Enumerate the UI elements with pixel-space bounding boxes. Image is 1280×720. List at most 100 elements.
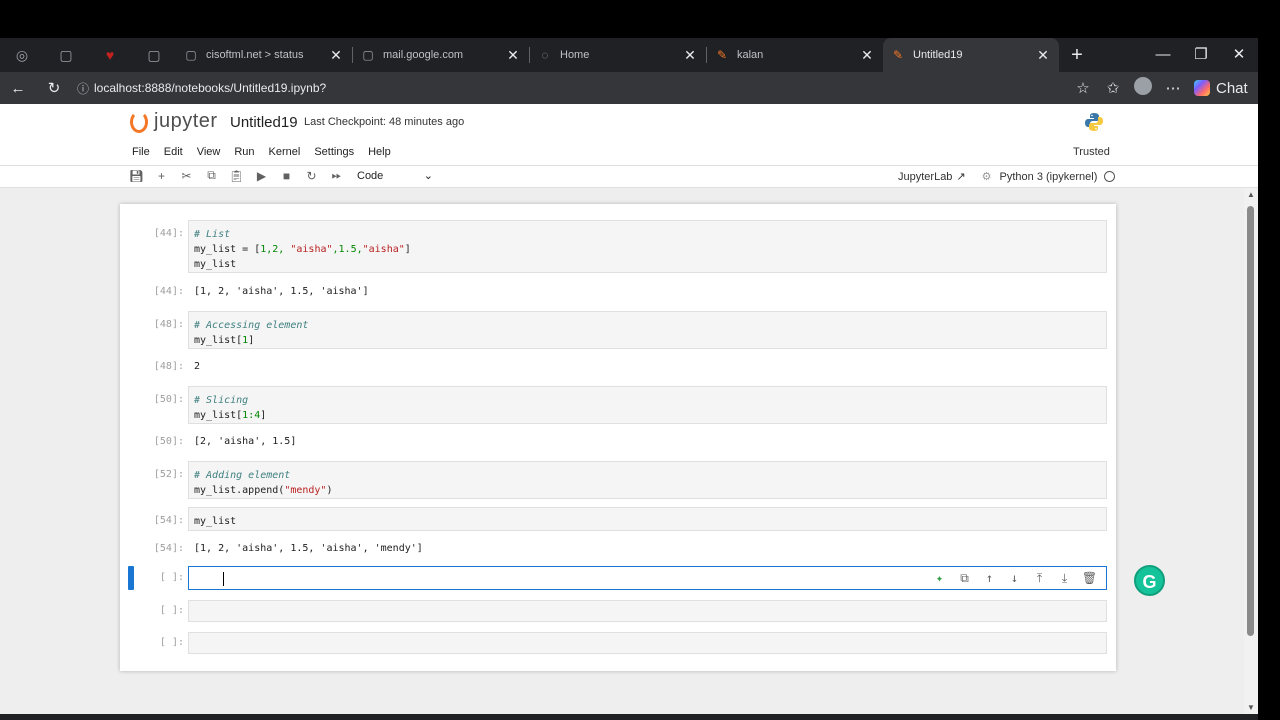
jupyter-logo-icon xyxy=(130,110,148,133)
cell-toolbar: ✦ ⧉ ↑ ↓ ⤒ ⤓ 🗑︎ xyxy=(927,571,1102,586)
globe-icon: ◎ xyxy=(15,46,29,63)
info-icon: ⓘ xyxy=(76,81,89,96)
scrollbar-thumb[interactable] xyxy=(1247,206,1254,636)
jupyter-logo[interactable]: jupyter xyxy=(130,110,218,133)
copy-icon[interactable]: ⧉ xyxy=(199,168,224,183)
fast-forward-icon[interactable]: ⏩︎ xyxy=(324,168,349,183)
tab-cisoftml[interactable]: ▢ cisoftml.net > status ✕ xyxy=(176,38,352,72)
insert-below-icon[interactable]: ⤓ xyxy=(1052,571,1077,586)
window-icon: ▢ xyxy=(147,46,161,63)
restart-icon[interactable]: ↻ xyxy=(299,169,324,183)
favorites-icon[interactable]: ✩ xyxy=(1098,79,1128,97)
menu-run[interactable]: Run xyxy=(234,146,254,158)
shield-icon: ♥ xyxy=(105,47,115,63)
minimize-icon[interactable]: — xyxy=(1144,38,1182,72)
toolbar-right: JupyterLab ↗ ⚙ Python 3 (ipykernel) xyxy=(898,170,1116,183)
move-up-icon[interactable]: ↑ xyxy=(977,571,1002,586)
output-prompt: [44]: xyxy=(153,286,184,297)
tab-stub-2[interactable]: ▢ xyxy=(44,38,88,72)
tab-stub-4[interactable]: ▢ xyxy=(132,38,176,72)
avatar xyxy=(1134,77,1152,95)
code-input[interactable]: # Slicing my_list[1:4] xyxy=(188,386,1107,424)
close-icon[interactable]: ✕ xyxy=(1035,47,1051,64)
grammarly-button[interactable]: G xyxy=(1134,565,1165,596)
output-prompt: [50]: xyxy=(153,436,184,447)
menu-items: File Edit View Run Kernel Settings Help xyxy=(132,146,405,158)
add-cell-icon[interactable]: + xyxy=(149,169,174,183)
menu-kernel[interactable]: Kernel xyxy=(269,146,301,158)
close-icon[interactable]: ✕ xyxy=(328,47,344,64)
code-input[interactable]: # Accessing element my_list[1] xyxy=(188,311,1107,349)
jupyterlab-link[interactable]: JupyterLab xyxy=(898,171,952,183)
more-menu-icon[interactable]: ⋯ xyxy=(1158,79,1188,97)
input-prompt: [48]: xyxy=(153,319,184,330)
paste-icon[interactable]: 📋︎ xyxy=(224,169,249,183)
window-icon: ▢ xyxy=(185,48,197,62)
duplicate-icon[interactable]: ⧉ xyxy=(952,571,977,586)
close-icon[interactable]: ✕ xyxy=(859,47,875,64)
kernel-name[interactable]: Python 3 (ipykernel) xyxy=(1000,171,1098,183)
cell-output: [2, 'aisha', 1.5] xyxy=(194,436,297,447)
run-icon[interactable]: ▶ xyxy=(249,169,274,183)
trusted-indicator[interactable]: Trusted xyxy=(1066,142,1117,162)
input-prompt: [ ]: xyxy=(159,637,184,648)
cell-type-value: Code xyxy=(357,169,384,182)
menu-bar: File Edit View Run Kernel Settings Help … xyxy=(0,140,1258,166)
delete-icon[interactable]: 🗑︎ xyxy=(1077,571,1102,586)
url-field[interactable]: ⓘ localhost:8888/notebooks/Untitled19.ip… xyxy=(72,75,1068,101)
menu-file[interactable]: File xyxy=(132,146,150,158)
code-input[interactable]: my_list xyxy=(188,507,1107,531)
spinner-icon: ◌ xyxy=(541,48,549,62)
tab-kalan[interactable]: ✎ kalan ✕ xyxy=(707,38,883,72)
star-icon[interactable]: ☆ xyxy=(1068,79,1098,97)
last-checkpoint: Last Checkpoint: 48 minutes ago xyxy=(304,116,465,128)
scroll-down-icon[interactable]: ▼ xyxy=(1246,703,1256,712)
output-prompt: [54]: xyxy=(153,543,184,554)
notebook-toolbar: 💾︎ + ✂ ⧉ 📋︎ ▶ ■ ↻ ⏩︎ Code ⌄ JupyterLab ↗… xyxy=(0,166,1258,188)
tab-home[interactable]: ◌ Home ✕ xyxy=(530,38,706,72)
url-text: localhost:8888/notebooks/Untitled19.ipyn… xyxy=(94,81,327,95)
menu-edit[interactable]: Edit xyxy=(164,146,183,158)
output-prompt: [48]: xyxy=(153,361,184,372)
back-icon[interactable]: ← xyxy=(0,80,36,97)
tab-mail[interactable]: ▢ mail.google.com ✕ xyxy=(353,38,529,72)
restore-icon[interactable]: ❐ xyxy=(1182,38,1220,72)
reload-icon[interactable]: ↻ xyxy=(36,79,72,97)
code-input[interactable]: # Adding element my_list.append("mendy") xyxy=(188,461,1107,499)
close-window-icon[interactable]: ✕ xyxy=(1220,38,1258,72)
tab-stub-3[interactable]: ♥ xyxy=(88,38,132,72)
browser-tab-bar: ◎ ▢ ♥ ▢ ▢ cisoftml.net > status ✕ ▢ mail… xyxy=(0,38,1258,72)
tab-stub-1[interactable]: ◎ xyxy=(0,38,44,72)
notebook-title[interactable]: Untitled19 xyxy=(230,114,298,131)
tab-untitled19[interactable]: ✎ Untitled19 ✕ xyxy=(883,38,1059,72)
close-icon[interactable]: ✕ xyxy=(505,47,521,64)
menu-help[interactable]: Help xyxy=(368,146,391,158)
jupyter-favicon: ✎ xyxy=(716,48,728,62)
scroll-up-icon[interactable]: ▲ xyxy=(1246,190,1256,199)
notebook-area: [44]: # List my_list = [1,2, "aisha",1.5… xyxy=(0,188,1258,714)
sparkle-icon[interactable]: ✦ xyxy=(927,571,952,586)
code-input[interactable]: ✦ ⧉ ↑ ↓ ⤒ ⤓ 🗑︎ xyxy=(188,566,1107,590)
code-input[interactable] xyxy=(188,600,1107,622)
address-bar-actions: ☆ ✩ ⋯ Chat xyxy=(1068,77,1258,99)
profile-button[interactable] xyxy=(1128,77,1158,99)
cut-icon[interactable]: ✂ xyxy=(174,169,199,183)
save-icon[interactable]: 💾︎ xyxy=(124,169,149,183)
stop-icon[interactable]: ■ xyxy=(274,169,299,183)
chat-label: Chat xyxy=(1216,79,1248,97)
input-prompt: [50]: xyxy=(153,394,184,405)
close-icon[interactable]: ✕ xyxy=(682,47,698,64)
menu-settings[interactable]: Settings xyxy=(314,146,354,158)
copilot-chat-button[interactable]: Chat xyxy=(1188,80,1258,97)
jupyter-favicon: ✎ xyxy=(892,48,904,62)
page-scrollbar[interactable]: ▲ ▼ xyxy=(1244,188,1258,714)
code-input[interactable]: # List my_list = [1,2, "aisha",1.5,"aish… xyxy=(188,220,1107,273)
new-tab-button[interactable]: + xyxy=(1059,44,1095,67)
gear-icon[interactable]: ⚙ xyxy=(982,170,992,183)
cell-type-select[interactable]: Code ⌄ xyxy=(357,169,433,183)
code-input[interactable] xyxy=(188,632,1107,654)
move-down-icon[interactable]: ↓ xyxy=(1002,571,1027,586)
input-prompt: [52]: xyxy=(153,469,184,480)
menu-view[interactable]: View xyxy=(197,146,221,158)
insert-above-icon[interactable]: ⤒ xyxy=(1027,571,1052,586)
